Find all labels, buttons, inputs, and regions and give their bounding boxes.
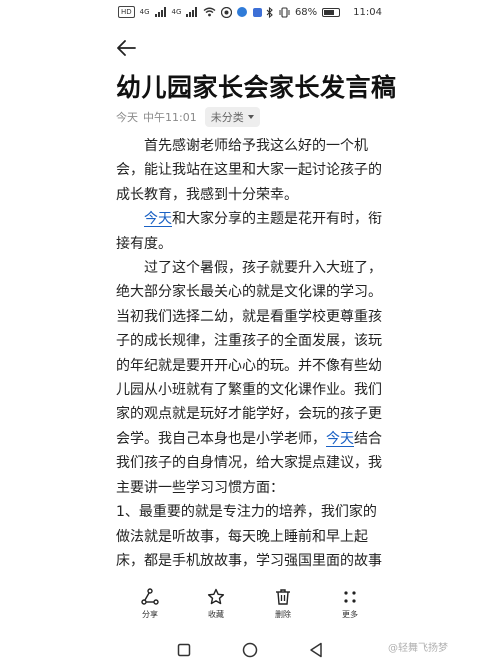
category-label: 未分类 xyxy=(210,111,244,124)
date-link[interactable]: 今天 xyxy=(144,211,172,227)
battery-percent: 68% xyxy=(294,6,318,18)
paragraph: 今天和大家分享的主题是花开有时，衔接有度。 xyxy=(116,207,386,256)
status-right: 68% 11:04 xyxy=(266,6,382,18)
note-time: 中午11:01 xyxy=(143,111,197,124)
app-notification-icon xyxy=(221,6,233,18)
trash-icon xyxy=(276,589,290,605)
favorite-button[interactable]: 收藏 xyxy=(186,588,246,620)
share-icon xyxy=(141,588,159,605)
hd-badge: HD xyxy=(118,6,135,18)
favorite-label: 收藏 xyxy=(208,610,224,619)
shield-app-icon xyxy=(252,6,263,18)
share-label: 分享 xyxy=(142,610,158,619)
note-title[interactable]: 幼儿园家长会家长发言稿 xyxy=(116,68,396,104)
blue-app-icon xyxy=(237,6,248,18)
paragraph: 过了这个暑假，孩子就要升入大班了，绝大部分家长最关心的就是文化课的学习。当初我们… xyxy=(116,256,386,500)
paragraph: 1、最重要的就是专注力的培养，我们家的做法就是听故事，每天晚上睡前和早上起床，都… xyxy=(116,500,386,573)
delete-button[interactable]: 删除 xyxy=(253,588,313,620)
wifi-icon xyxy=(203,6,216,18)
signal-4g-label: 4G xyxy=(139,8,150,16)
chevron-down-icon xyxy=(247,115,254,119)
status-bar: HD 4G 4G 68% 11:04 xyxy=(0,0,500,24)
more-button[interactable]: 更多 xyxy=(320,588,380,620)
signal-bars-icon-2 xyxy=(186,6,198,18)
note-meta: 今天 中午11:01 未分类 xyxy=(116,107,260,127)
battery-icon xyxy=(322,7,341,17)
signal-bars-icon xyxy=(154,6,167,18)
category-selector[interactable]: 未分类 xyxy=(204,107,260,127)
back-arrow-icon xyxy=(117,40,136,56)
home-button[interactable] xyxy=(240,640,260,660)
triangle-back-icon xyxy=(310,642,322,658)
delete-label: 删除 xyxy=(275,610,291,619)
nav-back-button[interactable] xyxy=(306,640,326,660)
date-link[interactable]: 今天 xyxy=(326,431,354,447)
paragraph-text: 首先感谢老师给予我这么好的一个机会，能让我站在这里和大家一起讨论孩子的成长教育，… xyxy=(116,138,382,203)
paragraph-text: 过了这个暑假，孩子就要升入大班了，绝大部分家长最关心的就是文化课的学习。当初我们… xyxy=(116,260,382,447)
back-button[interactable] xyxy=(112,34,140,62)
bottom-toolbar: 分享 收藏 删除 更多 xyxy=(0,588,500,630)
paragraph: 首先感谢老师给予我这么好的一个机会，能让我站在这里和大家一起讨论孩子的成长教育，… xyxy=(116,134,386,207)
signal-4g-label-2: 4G xyxy=(171,8,182,16)
vibrate-icon xyxy=(279,6,290,18)
more-label: 更多 xyxy=(342,610,358,619)
more-icon xyxy=(344,591,356,603)
share-button[interactable]: 分享 xyxy=(120,588,180,620)
circle-icon xyxy=(242,642,258,658)
bluetooth-icon xyxy=(266,6,274,18)
watermark-text: @轻舞飞扬梦 xyxy=(388,643,448,654)
star-icon xyxy=(207,588,225,605)
paragraph-text: 1、最重要的就是专注力的培养，我们家的做法就是听故事，每天晚上睡前和早上起床，都… xyxy=(116,504,382,569)
note-body[interactable]: 首先感谢老师给予我这么好的一个机会，能让我站在这里和大家一起讨论孩子的成长教育，… xyxy=(116,134,386,584)
recents-button[interactable] xyxy=(174,640,194,660)
square-icon xyxy=(177,643,191,657)
watermark: @轻舞飞扬梦 xyxy=(388,639,448,654)
status-left: HD 4G 4G xyxy=(118,6,263,18)
note-date: 今天 xyxy=(116,111,138,124)
clock: 11:04 xyxy=(353,6,382,18)
